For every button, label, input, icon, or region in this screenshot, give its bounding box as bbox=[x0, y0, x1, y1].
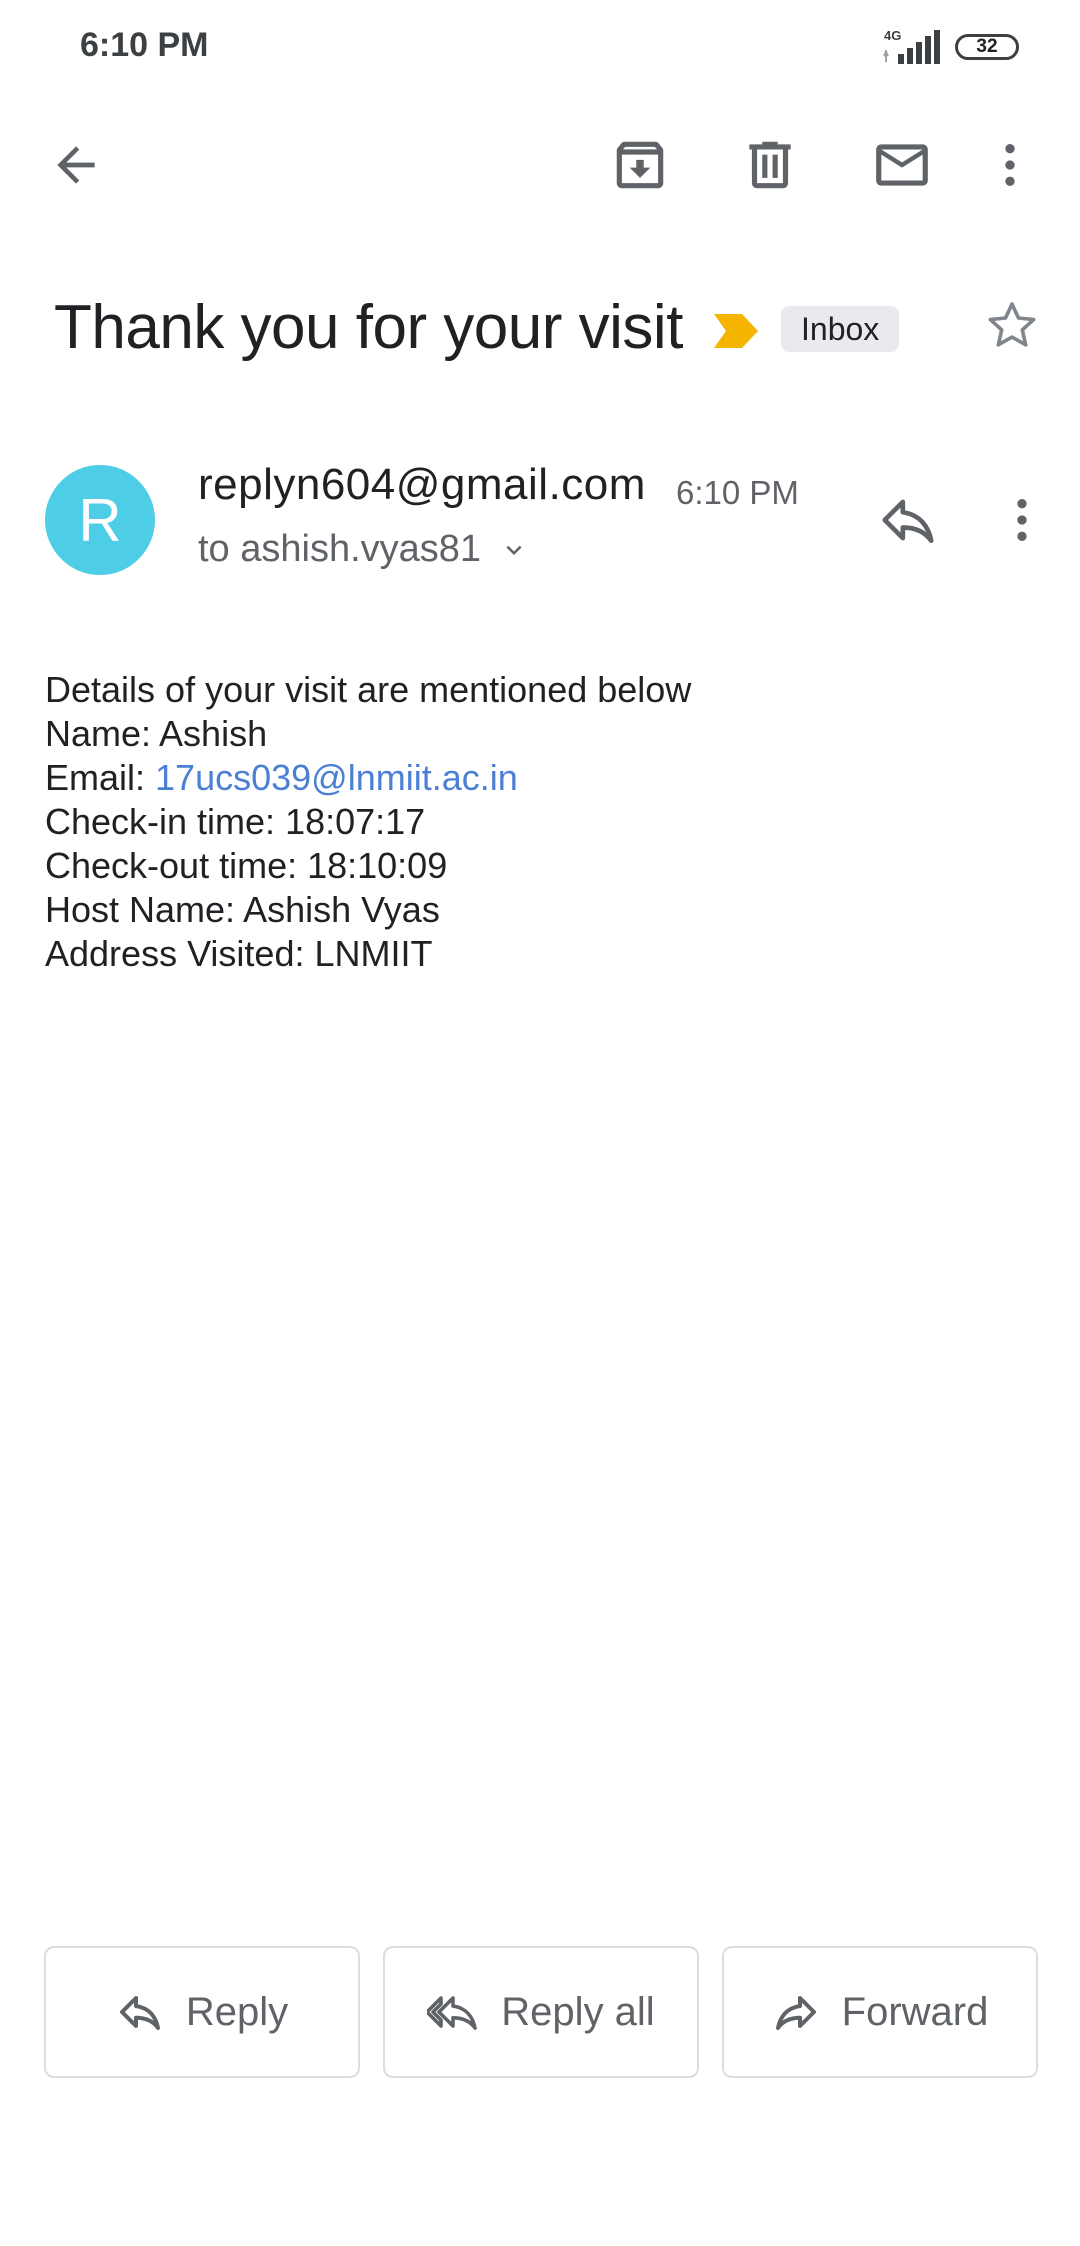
more-options-button[interactable] bbox=[980, 125, 1040, 205]
email-link[interactable]: 17ucs039@lnmiit.ac.in bbox=[155, 757, 518, 798]
mail-icon bbox=[876, 144, 928, 186]
star-button[interactable] bbox=[976, 290, 1048, 362]
battery-level: 32 bbox=[976, 36, 998, 57]
chevron-down-icon bbox=[499, 535, 529, 565]
email-subject: Thank you for your visit bbox=[54, 293, 683, 362]
body-checkin: Check-in time: 18:07:17 bbox=[45, 801, 426, 842]
body-checkout: Check-out time: 18:10:09 bbox=[45, 845, 448, 886]
sender-avatar[interactable]: R bbox=[45, 465, 155, 575]
message-more-options-button[interactable] bbox=[992, 480, 1052, 560]
mark-unread-button[interactable] bbox=[862, 125, 942, 205]
more-vert-icon bbox=[1017, 499, 1027, 541]
reply-icon-button[interactable] bbox=[868, 480, 948, 560]
battery-icon: 32 bbox=[955, 34, 1019, 60]
recipient-details[interactable]: to ashish.vyas81 bbox=[198, 528, 529, 571]
delete-button[interactable] bbox=[730, 125, 810, 205]
body-intro: Details of your visit are mentioned belo… bbox=[45, 669, 692, 710]
back-button[interactable] bbox=[36, 125, 116, 205]
body-email-prefix: Email: bbox=[45, 757, 156, 798]
body-host: Host Name: Ashish Vyas bbox=[45, 889, 440, 930]
forward-button[interactable]: Forward bbox=[722, 1946, 1038, 2078]
status-time: 6:10 PM bbox=[80, 26, 209, 64]
archive-icon bbox=[616, 141, 664, 189]
sent-time: 6:10 PM bbox=[676, 474, 799, 511]
email-body: Details of your visit are mentioned belo… bbox=[45, 668, 691, 976]
archive-button[interactable] bbox=[600, 125, 680, 205]
reply-label: Reply bbox=[185, 1989, 289, 2034]
body-name: Name: Ashish bbox=[45, 713, 268, 754]
body-email: Email: 17ucs039@lnmiit.ac.in bbox=[45, 756, 691, 800]
reply-all-button[interactable]: Reply all bbox=[383, 1946, 699, 2078]
reply-all-label: Reply all bbox=[501, 1989, 655, 2034]
back-arrow-icon bbox=[57, 146, 95, 184]
delete-icon bbox=[749, 141, 791, 189]
star-icon bbox=[988, 302, 1036, 347]
more-vert-icon bbox=[1005, 144, 1015, 186]
body-address: Address Visited: LNMIIT bbox=[45, 933, 433, 974]
reply-icon bbox=[119, 1996, 160, 2030]
inbox-label-chip[interactable]: Inbox bbox=[781, 306, 900, 352]
sender-address[interactable]: replyn604@gmail.com bbox=[198, 460, 646, 510]
reply-all-icon bbox=[427, 1996, 478, 2030]
forward-label: Forward bbox=[841, 1989, 989, 2034]
forward-icon bbox=[775, 1996, 816, 2030]
importance-marker-icon[interactable] bbox=[712, 312, 760, 350]
signal-icon bbox=[883, 30, 940, 64]
reply-icon bbox=[882, 499, 934, 543]
reply-button[interactable]: Reply bbox=[44, 1946, 360, 2078]
recipient-text: to ashish.vyas81 bbox=[198, 528, 482, 570]
